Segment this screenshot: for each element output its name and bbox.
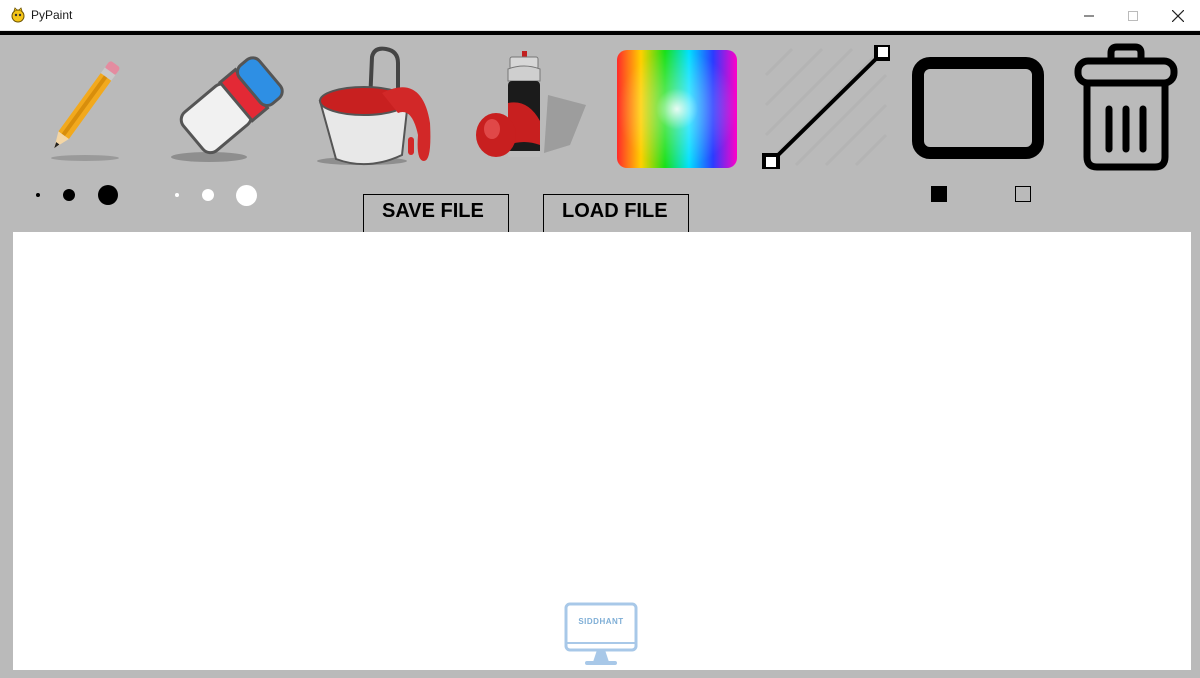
- eraser-icon: [171, 56, 284, 162]
- watermark-text: SIDDHANT: [578, 617, 624, 626]
- save-file-button[interactable]: SAVE FILE: [363, 194, 509, 233]
- line-tool[interactable]: [762, 43, 892, 171]
- clear-tool[interactable]: [1073, 43, 1183, 173]
- fill-tool[interactable]: [312, 43, 438, 167]
- rect-mode-filled[interactable]: [931, 186, 947, 202]
- line-icon: [762, 43, 892, 171]
- color-wheel-icon: [617, 50, 737, 168]
- pencil-size-small[interactable]: [36, 193, 40, 197]
- maximize-button[interactable]: [1110, 0, 1156, 31]
- watermark-logo: SIDDHANT: [563, 601, 643, 668]
- eraser-tool[interactable]: [165, 47, 287, 165]
- pencil-size-large[interactable]: [98, 185, 118, 205]
- color-picker-tool[interactable]: [615, 48, 739, 170]
- eraser-size-large[interactable]: [236, 185, 257, 206]
- close-button[interactable]: [1155, 0, 1200, 31]
- paint-bucket-icon: [317, 46, 431, 166]
- rectangle-tool[interactable]: [912, 57, 1044, 161]
- rectangle-icon: [912, 57, 1044, 159]
- maximize-icon: [1128, 10, 1138, 21]
- window-title: PyPaint: [31, 8, 73, 22]
- pygame-logo-icon: [10, 7, 26, 23]
- minimize-button[interactable]: [1066, 0, 1112, 31]
- spray-can-icon: [476, 51, 586, 157]
- rect-mode-outline[interactable]: [1015, 186, 1031, 202]
- eraser-size-medium[interactable]: [202, 189, 214, 201]
- title-bar: PyPaint: [0, 0, 1200, 31]
- eraser-size-small[interactable]: [175, 193, 179, 197]
- paint-app: SAVE FILE LOAD FILE SIDDHANT: [0, 31, 1200, 678]
- pencil-icon: [51, 61, 120, 161]
- drawing-canvas[interactable]: SIDDHANT: [13, 232, 1191, 670]
- trash-icon: [1074, 43, 1178, 171]
- spray-tool[interactable]: [474, 49, 588, 165]
- close-icon: [1172, 9, 1184, 22]
- load-file-button[interactable]: LOAD FILE: [543, 194, 689, 233]
- pencil-tool[interactable]: [25, 50, 125, 165]
- minimize-icon: [1084, 15, 1094, 16]
- pencil-size-medium[interactable]: [63, 189, 75, 201]
